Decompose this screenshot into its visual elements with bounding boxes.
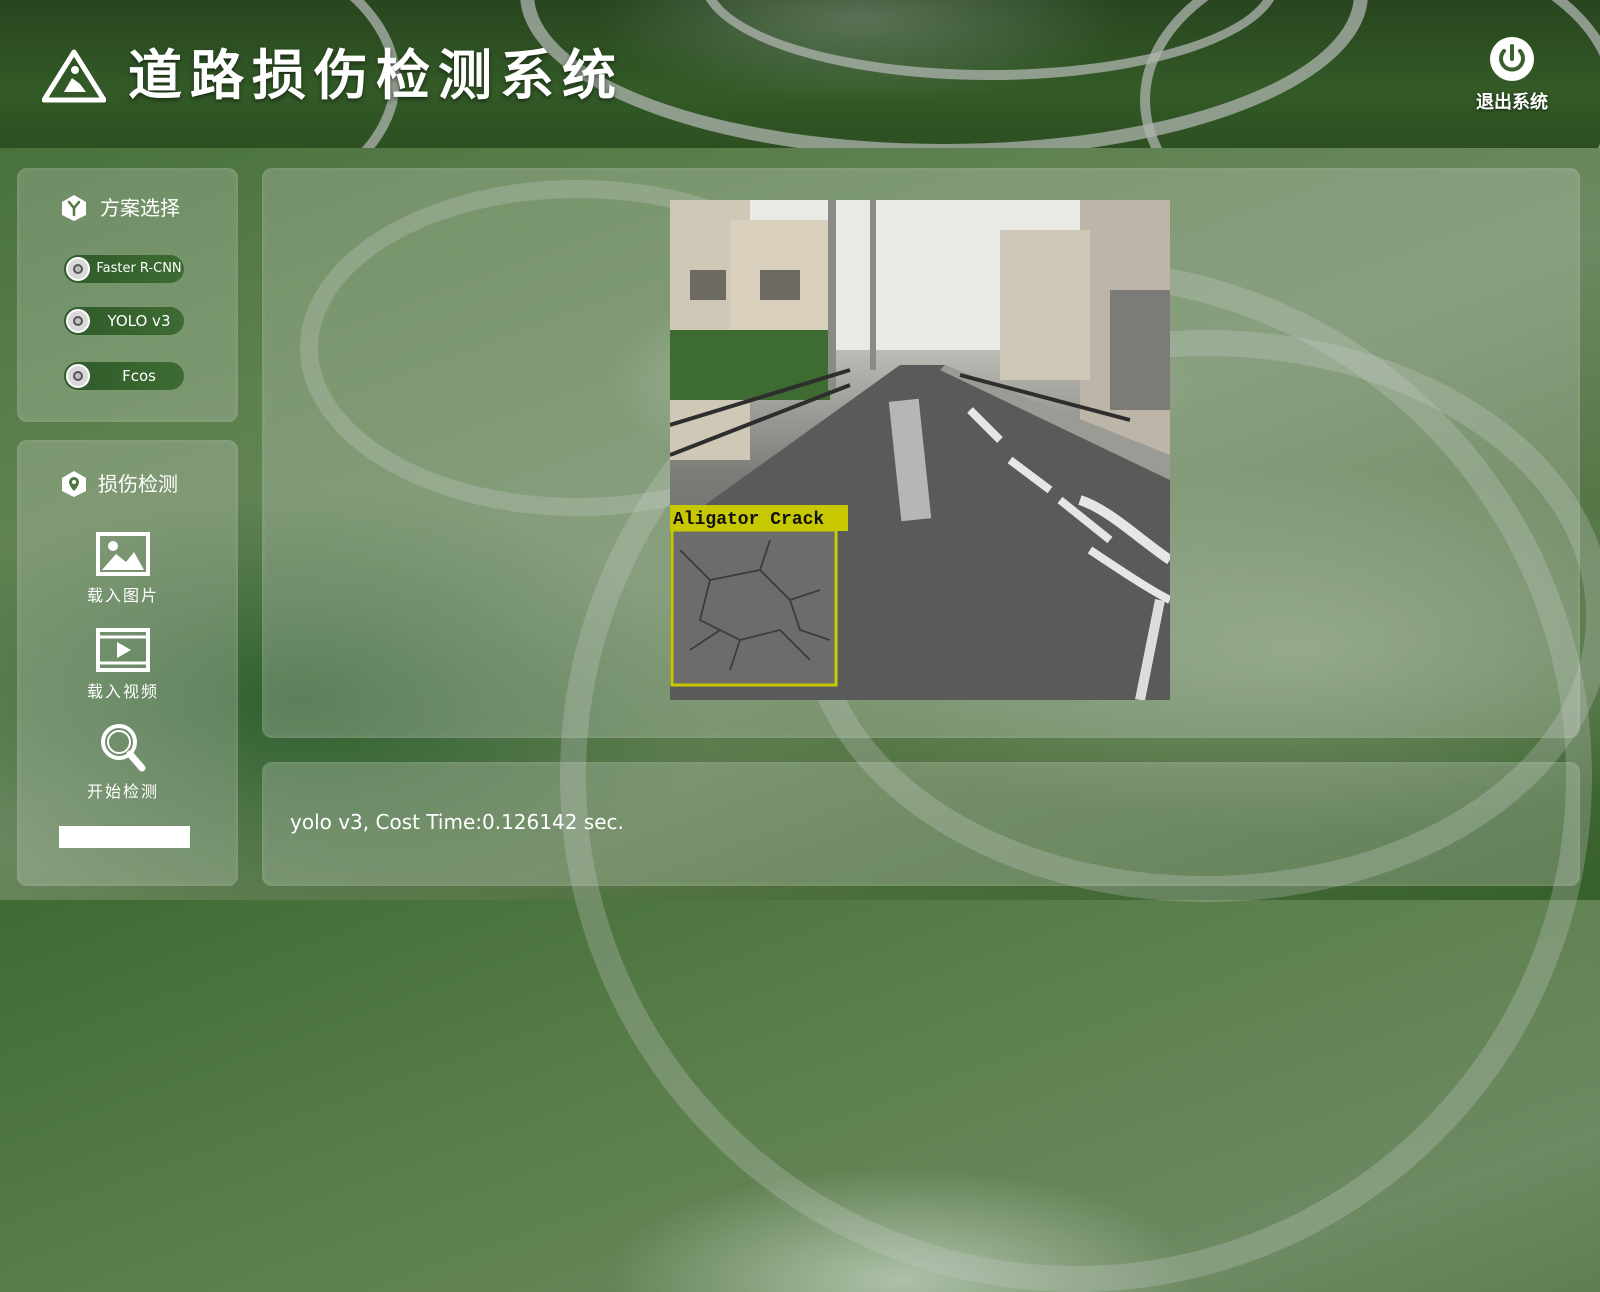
radio-fcos[interactable]: Fcos: [64, 362, 184, 390]
detection-progress-bar: [59, 826, 190, 848]
power-icon: [1490, 37, 1534, 81]
app-title: 道路损伤检测系统: [128, 44, 624, 107]
detection-result-image: Aligator Crack: [670, 200, 1170, 700]
radio-indicator[interactable]: [66, 309, 90, 333]
exit-system-button[interactable]: 退出系统: [1462, 36, 1562, 120]
radio-label: Faster R-CNN: [96, 261, 182, 276]
scheme-panel-title: 方案选择: [100, 196, 180, 220]
image-icon: [96, 532, 150, 576]
start-detect-label: 开始检测: [86, 782, 159, 801]
exit-label: 退出系统: [1476, 92, 1548, 113]
result-output-text: yolo v3, Cost Time:0.126142 sec.: [290, 810, 624, 834]
radio-yolo-v3[interactable]: YOLO v3: [64, 307, 184, 335]
detect-panel-title: 损伤检测: [98, 472, 178, 496]
load-image-button[interactable]: 载入图片: [60, 532, 186, 616]
radio-label: YOLO v3: [107, 312, 171, 330]
video-icon: [96, 628, 150, 672]
radio-indicator[interactable]: [66, 364, 90, 388]
hexagon-y-icon: [62, 195, 86, 221]
load-video-label: 载入视频: [86, 682, 159, 701]
radio-label: Fcos: [122, 367, 156, 385]
map-pin-icon: [62, 471, 86, 497]
start-detect-button[interactable]: 开始检测: [60, 722, 186, 806]
load-image-label: 载入图片: [86, 586, 159, 605]
detection-box-label: Aligator Crack: [673, 510, 824, 530]
radio-faster-rcnn[interactable]: Faster R-CNN: [64, 255, 184, 283]
header-banner: 道路损伤检测系统 退出系统: [0, 0, 1600, 148]
load-video-button[interactable]: 载入视频: [60, 628, 186, 712]
magnifier-icon: [101, 724, 146, 772]
radio-indicator[interactable]: [66, 257, 90, 281]
street-scene: Aligator Crack: [670, 200, 1170, 700]
warning-worker-icon: [42, 49, 106, 103]
